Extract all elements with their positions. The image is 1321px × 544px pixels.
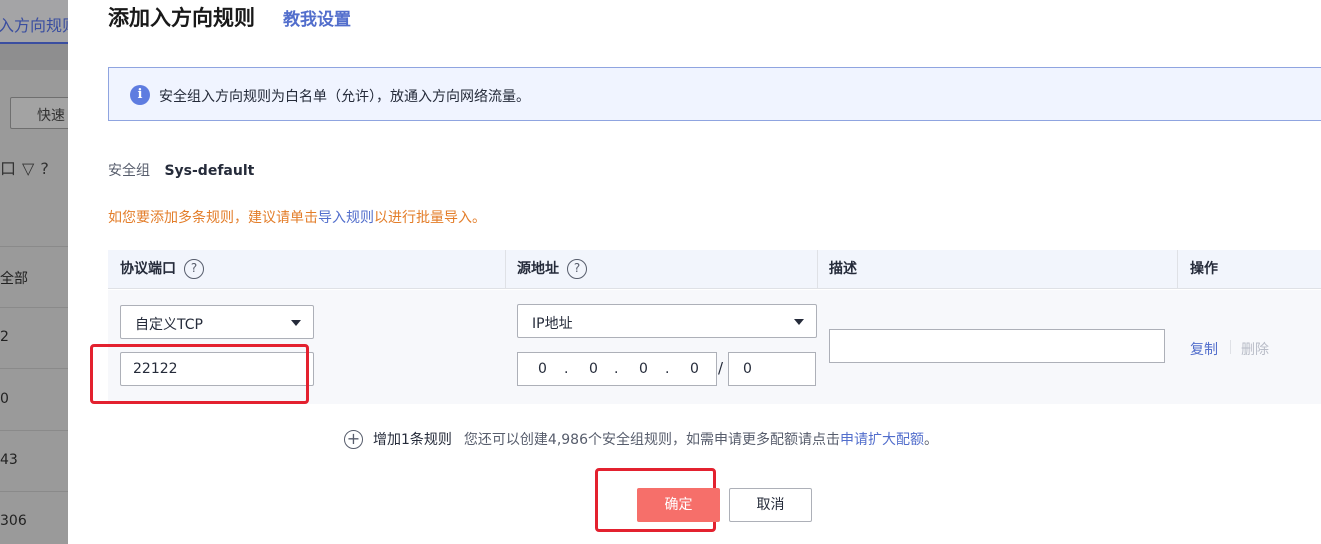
cidr-slash: / [718,359,724,377]
import-rules-link[interactable]: 导入规则 [318,210,374,226]
background-cell: 306 [0,513,27,529]
source-type-select[interactable]: IP地址 [517,304,817,338]
caret-down-icon [794,319,804,325]
background-cell: 0 [0,391,9,407]
add-rule-button[interactable]: 增加1条规则 [373,429,452,449]
cancel-button[interactable]: 取消 [729,488,812,522]
column-divider [505,250,506,289]
background-tab-label: 入方向规则 [0,16,68,35]
divider [0,307,68,308]
help-icon: ? [40,159,49,178]
security-group-label: 安全组 [108,163,150,179]
batch-import-tip: 如您要添加多条规则，建议请单击导入规则以进行批量导入。 [108,210,486,226]
security-group-value: Sys-default [164,163,255,179]
drawer-title: 添加入方向规则 [108,6,255,30]
divider [0,368,68,369]
question-icon[interactable]: ? [567,259,587,279]
header-action: 操作 [1190,261,1218,277]
filter-icon: ▽ [22,159,35,178]
question-icon[interactable]: ? [184,259,204,279]
plus-circle-icon[interactable]: + [344,429,363,449]
ip-dot: . [665,361,670,377]
add-rule-row: + 增加1条规则 您还可以创建4,986个安全组规则，如需申请更多配额请点击申请… [344,429,938,449]
cidr-mask-value: 0 [743,361,752,377]
column-divider [1177,250,1178,289]
header-protocol-port: 协议端口? [120,250,204,289]
add-inbound-rule-drawer: 添加入方向规则 教我设置 i 安全组入方向规则为白名单（允许），放通入方向网络流… [68,0,1321,544]
column-icon: 口 [0,159,17,178]
caret-down-icon [291,320,301,326]
divider [0,491,68,492]
ip-dot: . [614,361,619,377]
ip-address-input[interactable]: 0 . 0 . 0 . 0 [517,352,717,386]
divider [0,246,68,247]
info-icon: i [130,85,150,105]
background-strip [0,44,68,70]
ip-octet-2: 0 [589,361,598,377]
copy-link[interactable]: 复制 [1190,339,1218,359]
confirm-button[interactable]: 确定 [637,488,720,522]
rules-table-header: 协议端口? 源地址? 描述 操作 [108,250,1321,289]
protocol-value: 自定义TCP [135,317,203,333]
divider [0,430,68,431]
action-divider [1230,340,1231,354]
description-input[interactable] [829,329,1165,363]
info-text: 安全组入方向规则为白名单（允许），放通入方向网络流量。 [159,89,530,105]
source-type-value: IP地址 [532,316,573,332]
annotation-box-port [90,344,309,404]
protocol-select[interactable]: 自定义TCP [120,305,314,339]
apply-quota-link[interactable]: 申请扩大配额 [840,432,924,448]
background-cell: 43 [0,452,18,468]
background-page: 入方向规则 快速 口 ▽? 全部 2 0 43 306 [0,0,68,544]
ip-octet-1: 0 [538,361,547,377]
header-source: 源地址? [517,250,587,289]
background-cell: 全部 [0,271,28,287]
ip-octet-4: 0 [690,361,699,377]
background-quick-button: 快速 [10,97,68,129]
background-filter-icons: 口 ▽? [0,155,55,179]
info-alert: i 安全组入方向规则为白名单（允许），放通入方向网络流量。 [108,67,1321,121]
cidr-mask-input[interactable]: 0 [728,352,816,386]
quota-tip: 您还可以创建4,986个安全组规则，如需申请更多配额请点击申请扩大配额。 [463,432,938,448]
delete-link[interactable]: 删除 [1241,339,1269,359]
header-description: 描述 [829,261,857,277]
ip-dot: . [564,361,569,377]
security-group-row: 安全组 Sys-default [108,160,254,180]
background-tab: 入方向规则 [0,0,68,44]
help-setup-link[interactable]: 教我设置 [283,5,351,30]
drawer-header: 添加入方向规则 教我设置 [108,2,351,32]
ip-octet-3: 0 [639,361,648,377]
column-divider [817,250,818,289]
background-cell: 2 [0,329,9,345]
